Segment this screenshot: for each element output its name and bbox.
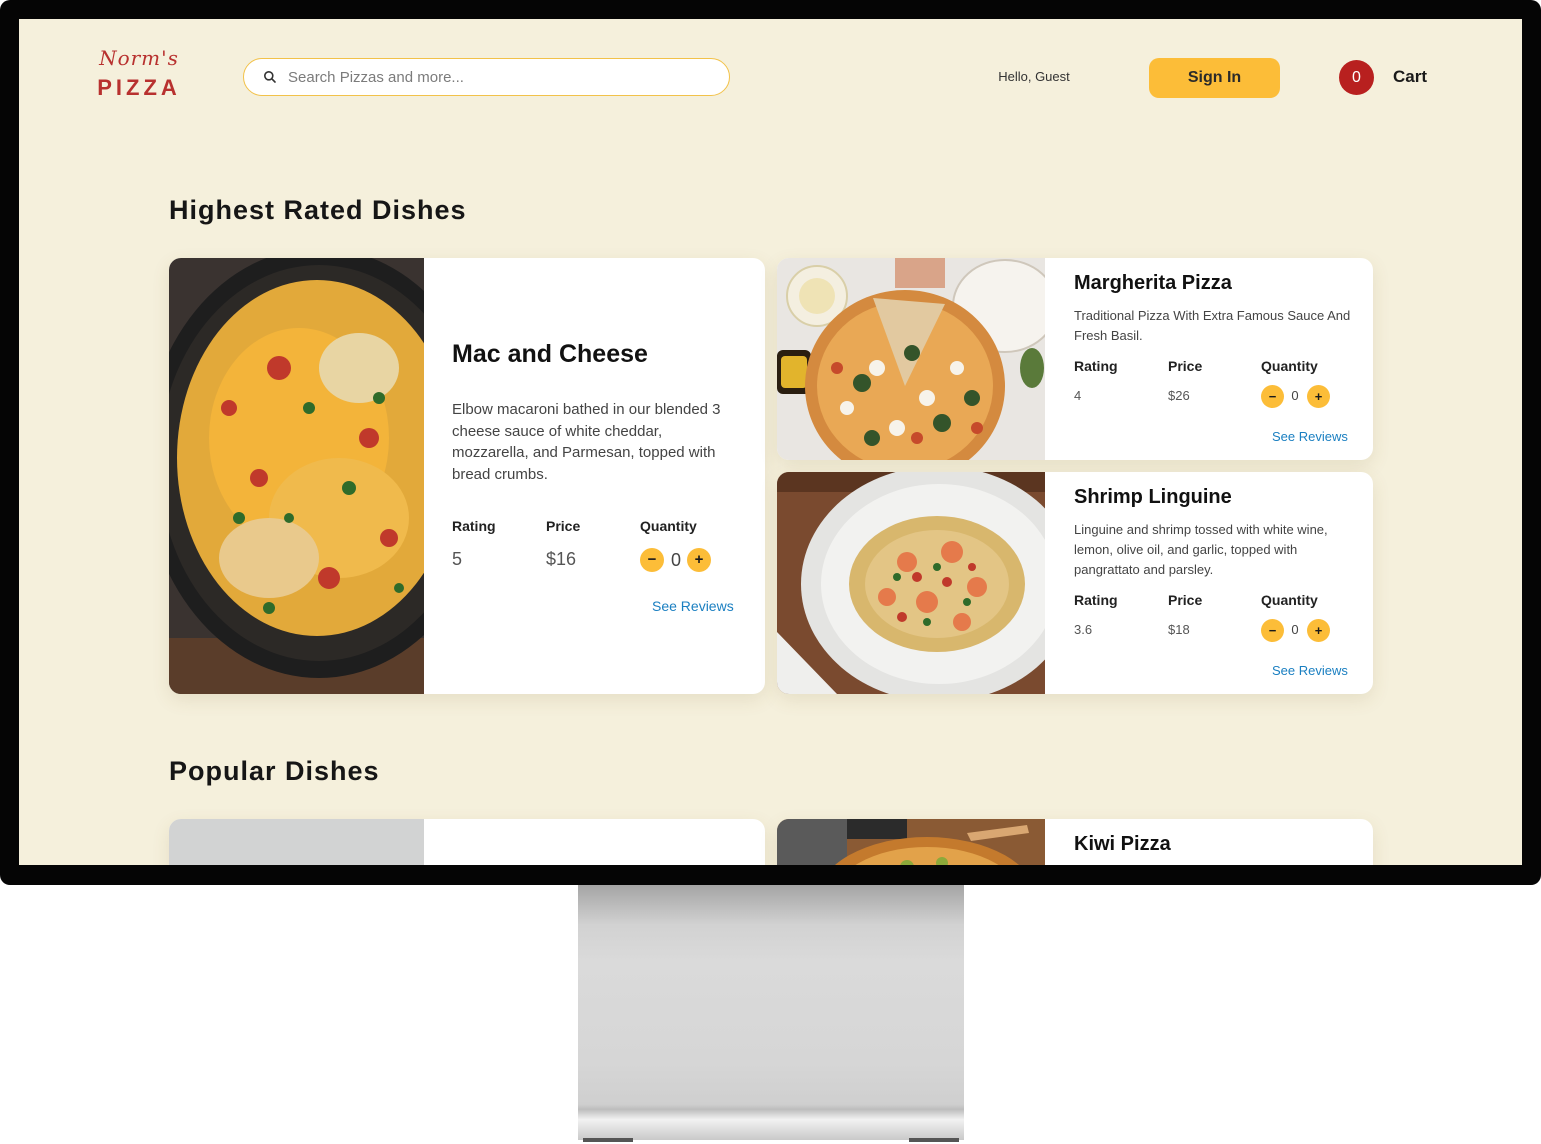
dish-description: Linguine and shrimp tossed with white wi… xyxy=(1074,522,1328,577)
cart-link[interactable]: Cart xyxy=(1393,67,1427,87)
dish-image-mac-and-cheese[interactable] xyxy=(169,258,424,694)
price-label: Price xyxy=(1168,592,1203,608)
dish-name: Shrimp Linguine xyxy=(1074,486,1232,508)
rating-value: 5 xyxy=(452,549,463,569)
dish-description: Traditional Pizza With Extra Famous Sauc… xyxy=(1074,308,1351,343)
price-label: Price xyxy=(1168,358,1203,374)
price-value: $16 xyxy=(546,549,577,569)
decrease-quantity-button[interactable]: − xyxy=(640,548,664,572)
increase-quantity-button[interactable]: + xyxy=(1307,385,1330,408)
see-reviews-link[interactable]: See Reviews xyxy=(652,598,734,614)
quantity-value: 0 xyxy=(1291,622,1299,637)
monitor-stand-foot-right xyxy=(909,1138,959,1142)
dish-description: Elbow macaroni bathed in our blended 3 c… xyxy=(452,401,721,483)
user-greeting: Hello, Guest xyxy=(998,69,1070,84)
cart-count-badge[interactable]: 0 xyxy=(1339,60,1374,95)
dish-card-shrimp-linguine[interactable]: Shrimp Linguine Linguine and shrimp toss… xyxy=(777,472,1373,694)
increase-quantity-button[interactable]: + xyxy=(687,548,711,572)
quantity-label: Quantity xyxy=(640,518,697,534)
popular-dish-card-kiwi-pizza[interactable]: Kiwi Pizza xyxy=(777,819,1373,865)
quantity-label: Quantity xyxy=(1261,358,1318,374)
dish-image-kiwi-pizza[interactable] xyxy=(777,819,1045,865)
decrease-quantity-button[interactable]: − xyxy=(1261,385,1284,408)
highest-rated-title: Highest Rated Dishes xyxy=(169,195,467,225)
dish-image-placeholder[interactable] xyxy=(169,819,424,865)
rating-label: Rating xyxy=(452,518,496,534)
logo-main-text: PIZZA xyxy=(97,75,181,100)
rating-label: Rating xyxy=(1074,358,1118,374)
rating-label: Rating xyxy=(1074,592,1118,608)
monitor-frame: Norm's PIZZA Hello, Guest Sign In 0 Cart… xyxy=(0,0,1541,885)
popular-dish-card-1[interactable] xyxy=(169,819,765,865)
dish-name: Kiwi Pizza xyxy=(1074,833,1171,855)
dish-card-margherita-pizza[interactable]: Margherita Pizza Traditional Pizza With … xyxy=(777,258,1373,460)
quantity-label: Quantity xyxy=(1261,592,1318,608)
see-reviews-link[interactable]: See Reviews xyxy=(1272,429,1348,444)
quantity-value: 0 xyxy=(670,550,681,570)
search-input[interactable] xyxy=(286,59,710,96)
monitor-stand-foot-left xyxy=(583,1138,633,1142)
increase-quantity-button[interactable]: + xyxy=(1307,619,1330,642)
popular-dishes-title: Popular Dishes xyxy=(169,756,380,786)
sign-in-button[interactable]: Sign In xyxy=(1149,58,1280,98)
price-label: Price xyxy=(546,518,581,534)
price-value: $18 xyxy=(1168,622,1190,637)
dish-name: Mac and Cheese xyxy=(452,340,648,368)
price-value: $26 xyxy=(1168,388,1190,403)
search-icon xyxy=(264,71,276,83)
search-bar[interactable] xyxy=(243,58,730,96)
rating-value: 3.6 xyxy=(1074,622,1093,637)
dish-name: Margherita Pizza xyxy=(1074,272,1232,294)
decrease-quantity-button[interactable]: − xyxy=(1261,619,1284,642)
dish-card-mac-and-cheese[interactable]: Mac and Cheese Elbow macaroni bathed in … xyxy=(169,258,765,694)
browser-viewport: Norm's PIZZA Hello, Guest Sign In 0 Cart… xyxy=(19,19,1522,865)
rating-value: 4 xyxy=(1074,388,1082,403)
brand-logo[interactable]: Norm's PIZZA xyxy=(94,45,184,103)
logo-script-text: Norm's xyxy=(99,46,179,70)
see-reviews-link[interactable]: See Reviews xyxy=(1272,663,1348,678)
quantity-value: 0 xyxy=(1291,388,1299,403)
monitor-stand-shadow xyxy=(578,885,964,925)
dish-image-shrimp-linguine[interactable] xyxy=(777,472,1045,694)
dish-image-margherita-pizza[interactable] xyxy=(777,258,1045,460)
